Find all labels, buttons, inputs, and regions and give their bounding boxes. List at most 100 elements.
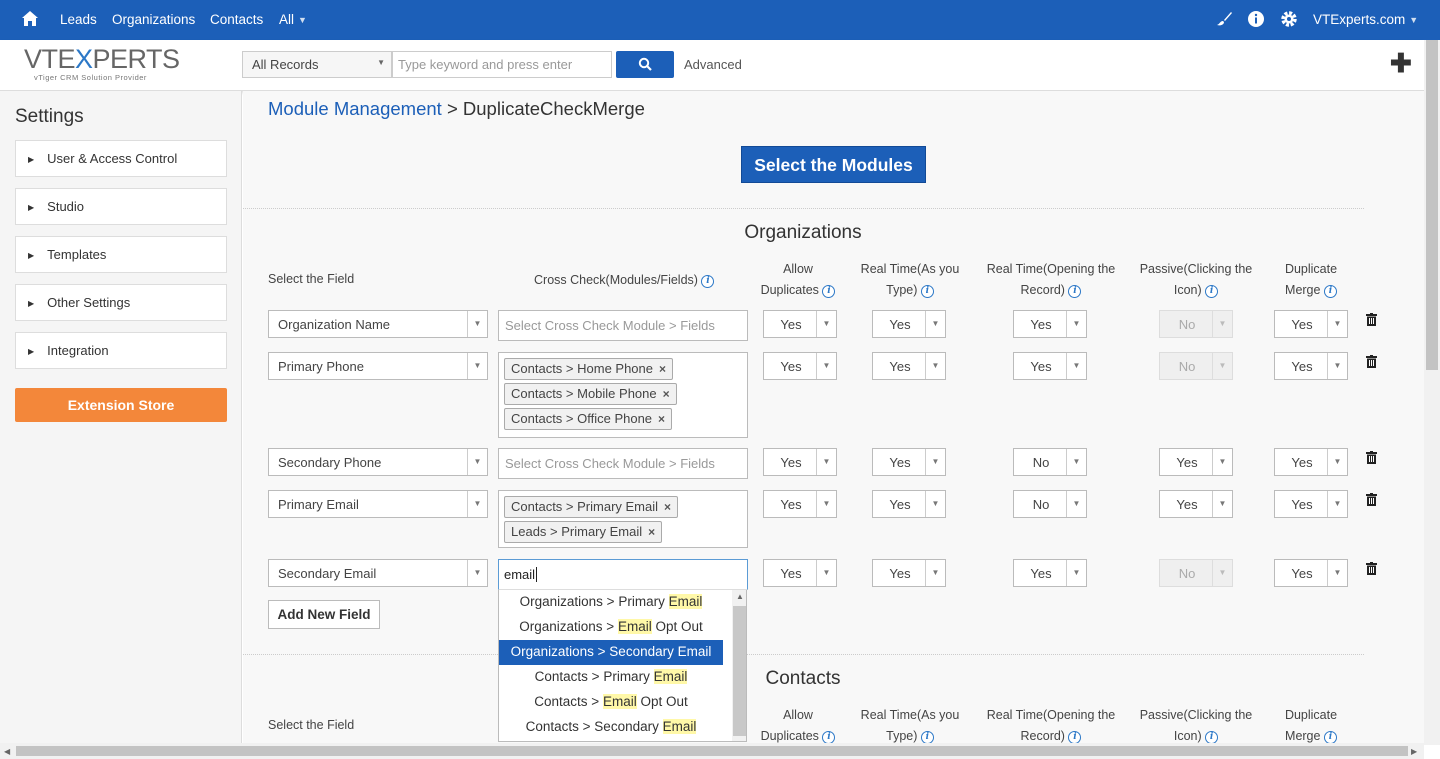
- remove-tag-icon[interactable]: ×: [658, 412, 665, 426]
- dropdown-scrollbar-thumb[interactable]: [733, 606, 746, 736]
- logo[interactable]: VTEXPERTS vTiger CRM Solution Provider: [24, 46, 184, 86]
- info-icon[interactable]: i: [822, 285, 835, 298]
- chevron-down-icon: ▼: [1327, 560, 1347, 586]
- cross-check-input[interactable]: Contacts > Primary Email× Leads > Primar…: [498, 490, 748, 548]
- info-icon[interactable]: [1247, 10, 1265, 28]
- info-icon[interactable]: i: [921, 285, 934, 298]
- home-icon[interactable]: [20, 9, 40, 29]
- col-header-realtime-type: Real Time(As youType) i: [855, 259, 965, 301]
- realtime-type-select[interactable]: Yes▼: [872, 559, 946, 587]
- remove-tag-icon[interactable]: ×: [648, 525, 655, 539]
- realtime-open-select[interactable]: Yes▼: [1013, 559, 1087, 587]
- scroll-right-arrow-icon[interactable]: ▶: [1411, 747, 1417, 756]
- chevron-down-icon: ▼: [1327, 311, 1347, 337]
- passive-select[interactable]: Yes▼: [1159, 490, 1233, 518]
- info-icon[interactable]: i: [1205, 285, 1218, 298]
- duplicate-merge-select[interactable]: Yes▼: [1274, 490, 1348, 518]
- plus-icon[interactable]: ✚: [1390, 52, 1412, 74]
- remove-tag-icon[interactable]: ×: [659, 362, 666, 376]
- paintbrush-icon[interactable]: [1215, 10, 1233, 28]
- cross-check-search-input[interactable]: email: [498, 559, 748, 590]
- trash-icon[interactable]: [1366, 355, 1377, 368]
- records-filter-select[interactable]: All Records▼: [242, 51, 392, 78]
- field-select[interactable]: Secondary Email▼: [268, 559, 488, 587]
- realtime-open-select[interactable]: Yes▼: [1013, 352, 1087, 380]
- chevron-down-icon: ▼: [1212, 491, 1232, 517]
- dropdown-option[interactable]: Organizations > Primary Email: [499, 590, 723, 615]
- dropdown-scrollbar[interactable]: ▲: [732, 590, 747, 742]
- select-value: Yes: [1275, 497, 1329, 512]
- dropdown-option[interactable]: Contacts > Email Opt Out: [499, 690, 723, 715]
- sidebar-item-user-access-control[interactable]: ▶User & Access Control: [15, 140, 227, 177]
- duplicate-merge-select[interactable]: Yes▼: [1274, 559, 1348, 587]
- info-icon[interactable]: i: [701, 275, 714, 288]
- dropdown-option-selected[interactable]: Organizations > Secondary Email: [499, 640, 723, 665]
- trash-icon[interactable]: [1366, 562, 1377, 575]
- breadcrumb-parent-link[interactable]: Module Management: [268, 98, 442, 119]
- dropdown-option[interactable]: Contacts > Secondary Email: [499, 715, 723, 740]
- cross-check-placeholder: Select Cross Check Module > Fields: [499, 449, 747, 478]
- sidebar-item-integration[interactable]: ▶Integration: [15, 332, 227, 369]
- search-button[interactable]: [616, 51, 674, 78]
- dropdown-option[interactable]: Organizations > Email Opt Out: [499, 615, 723, 640]
- trash-icon[interactable]: [1366, 451, 1377, 464]
- scroll-left-arrow-icon[interactable]: ◀: [4, 747, 10, 756]
- remove-tag-icon[interactable]: ×: [664, 500, 671, 514]
- horizontal-scrollbar-thumb[interactable]: [16, 746, 1408, 756]
- allow-duplicates-select[interactable]: Yes▼: [763, 352, 837, 380]
- remove-tag-icon[interactable]: ×: [663, 387, 670, 401]
- cross-check-tag: Contacts > Primary Email×: [504, 496, 678, 518]
- chevron-down-icon: ▼: [1327, 491, 1347, 517]
- extension-store-button[interactable]: Extension Store: [15, 388, 227, 422]
- info-icon[interactable]: i: [1068, 285, 1081, 298]
- select-value: Yes: [1014, 317, 1068, 332]
- col-header-text: Type): [886, 729, 917, 743]
- info-icon[interactable]: i: [1324, 285, 1337, 298]
- sidebar-item-templates[interactable]: ▶Templates: [15, 236, 227, 273]
- allow-duplicates-select[interactable]: Yes▼: [763, 448, 837, 476]
- realtime-type-select[interactable]: Yes▼: [872, 352, 946, 380]
- option-text: Contacts > Secondary: [526, 719, 663, 734]
- vertical-scrollbar-thumb[interactable]: [1426, 40, 1438, 370]
- duplicate-merge-select[interactable]: Yes▼: [1274, 448, 1348, 476]
- nav-leads[interactable]: Leads: [60, 12, 97, 27]
- field-select[interactable]: Primary Email▼: [268, 490, 488, 518]
- realtime-open-select[interactable]: Yes▼: [1013, 310, 1087, 338]
- trash-icon[interactable]: [1366, 493, 1377, 506]
- realtime-type-select[interactable]: Yes▼: [872, 490, 946, 518]
- horizontal-scrollbar[interactable]: ◀ ▶: [0, 743, 1424, 759]
- nav-organizations[interactable]: Organizations: [112, 12, 195, 27]
- dropdown-option[interactable]: Contacts > Primary Email: [499, 665, 723, 690]
- realtime-type-select[interactable]: Yes▼: [872, 310, 946, 338]
- nav-all[interactable]: All▼: [279, 12, 307, 27]
- cross-check-input[interactable]: Select Cross Check Module > Fields: [498, 448, 748, 479]
- realtime-open-select[interactable]: No▼: [1013, 490, 1087, 518]
- cross-check-input[interactable]: Select Cross Check Module > Fields: [498, 310, 748, 341]
- field-select[interactable]: Primary Phone▼: [268, 352, 488, 380]
- field-select[interactable]: Secondary Phone▼: [268, 448, 488, 476]
- select-modules-button[interactable]: Select the Modules: [741, 146, 926, 183]
- scroll-up-arrow-icon[interactable]: ▲: [736, 592, 744, 601]
- nav-contacts[interactable]: Contacts: [210, 12, 263, 27]
- realtime-open-select[interactable]: No▼: [1013, 448, 1087, 476]
- sidebar-item-other-settings[interactable]: ▶Other Settings: [15, 284, 227, 321]
- col-header-text: Icon): [1174, 729, 1202, 743]
- allow-duplicates-select[interactable]: Yes▼: [763, 490, 837, 518]
- field-select[interactable]: Organization Name▼: [268, 310, 488, 338]
- trash-icon[interactable]: [1366, 313, 1377, 326]
- passive-select[interactable]: Yes▼: [1159, 448, 1233, 476]
- cross-check-input[interactable]: Contacts > Home Phone× Contacts > Mobile…: [498, 352, 748, 438]
- vertical-scrollbar[interactable]: [1424, 40, 1440, 745]
- allow-duplicates-select[interactable]: Yes▼: [763, 559, 837, 587]
- duplicate-merge-select[interactable]: Yes▼: [1274, 310, 1348, 338]
- sidebar-item-studio[interactable]: ▶Studio: [15, 188, 227, 225]
- gear-icon[interactable]: [1280, 10, 1298, 28]
- duplicate-merge-select[interactable]: Yes▼: [1274, 352, 1348, 380]
- search-input[interactable]: Type keyword and press enter: [392, 51, 612, 78]
- realtime-type-select[interactable]: Yes▼: [872, 448, 946, 476]
- user-menu[interactable]: VTExperts.com▼: [1313, 12, 1418, 27]
- add-new-field-button[interactable]: Add New Field: [268, 600, 380, 629]
- advanced-search-link[interactable]: Advanced: [684, 57, 742, 72]
- allow-duplicates-select[interactable]: Yes▼: [763, 310, 837, 338]
- select-value: No: [1160, 317, 1214, 332]
